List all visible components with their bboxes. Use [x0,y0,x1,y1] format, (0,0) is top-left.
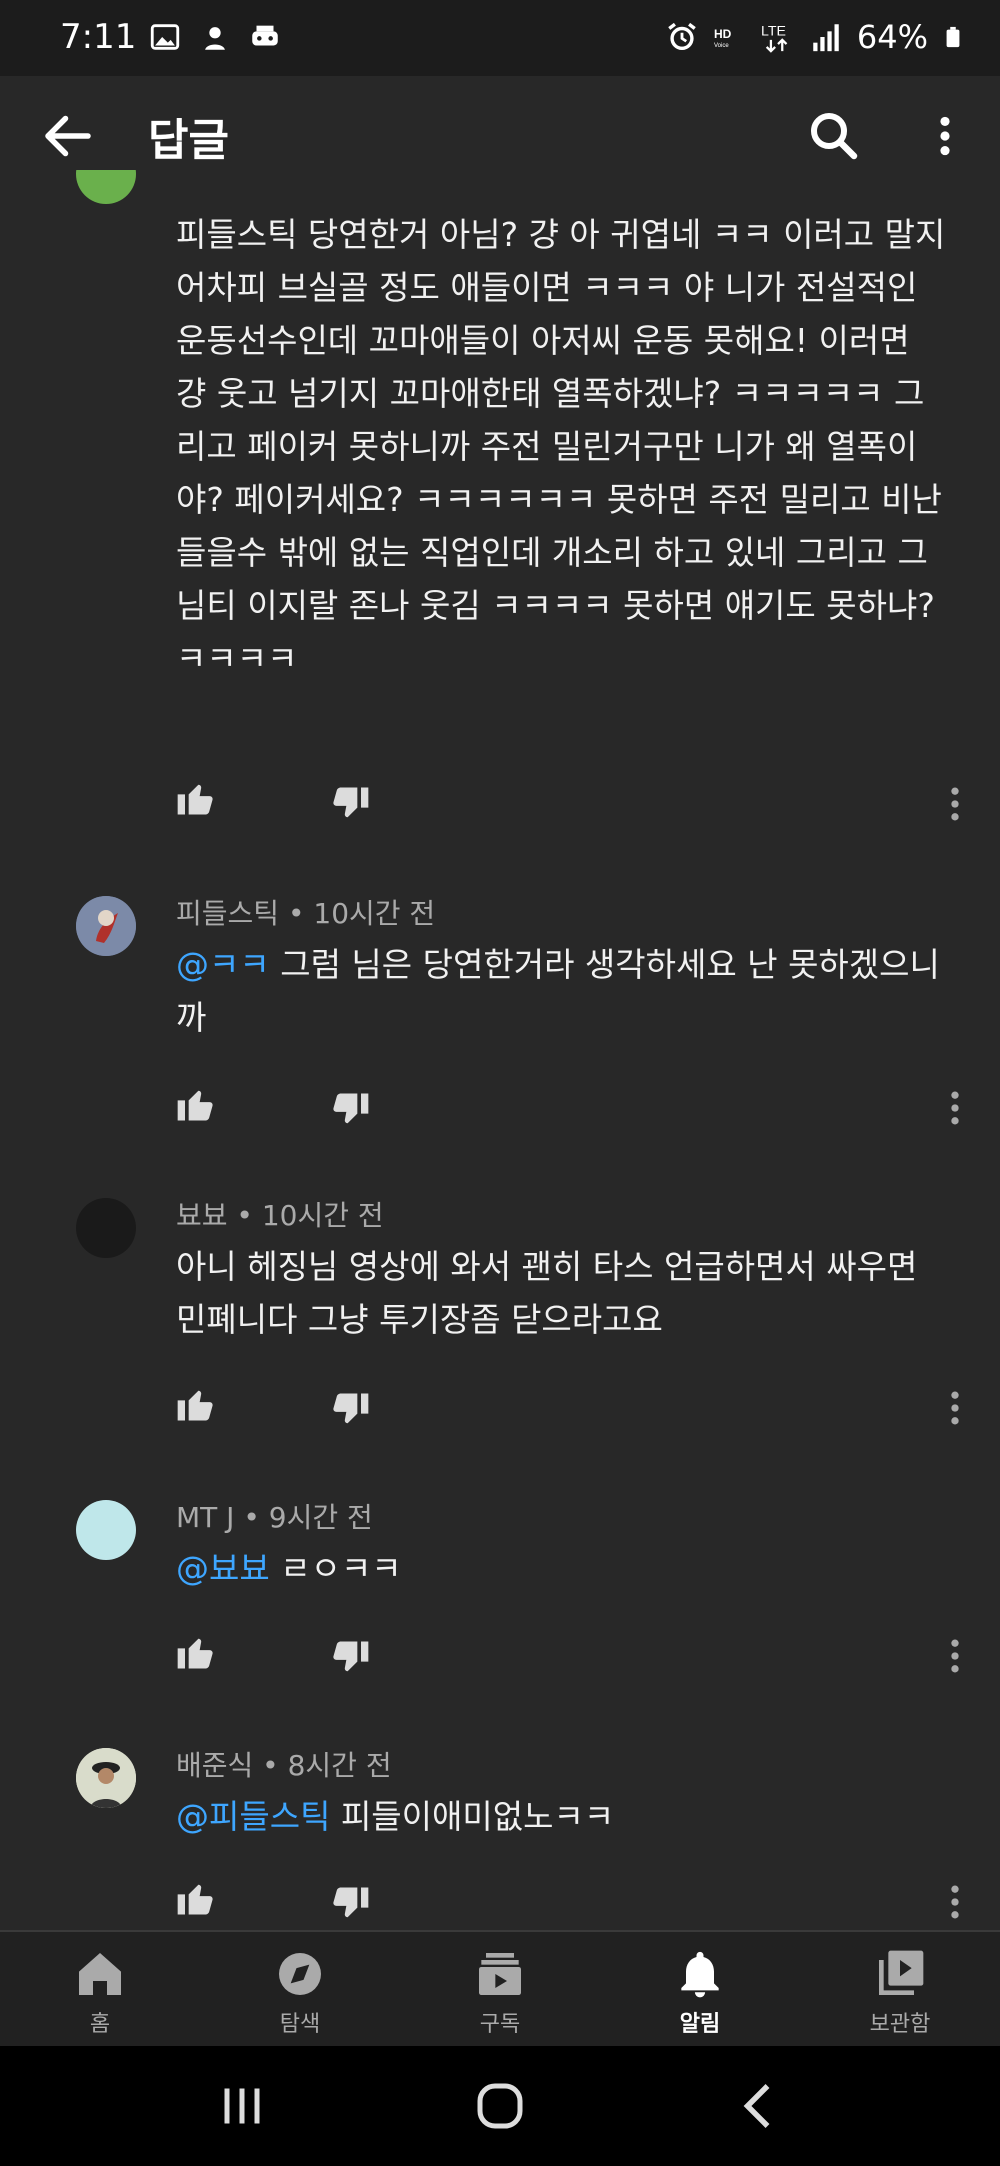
bottom-navigation: 홈 탐색 구독 알림 보관함 [0,1930,1000,2046]
dislike-icon[interactable] [328,1882,372,1926]
subscriptions-icon [479,1953,521,1995]
nav-item-home[interactable]: 홈 [30,1946,170,2038]
nav-item-notifications[interactable]: 알림 [630,1946,770,2038]
comment-body: ㄹㅇㅋㅋ [269,1549,402,1588]
avatar[interactable] [76,896,136,956]
nav-item-explore[interactable]: 탐색 [230,1946,370,2038]
comment-more-icon[interactable] [940,782,970,826]
comment-meta: 뵤뵤 • 10시간 전 [176,1194,384,1234]
comment-text: @피들스틱 피들이애미없노ㅋㅋ [176,1790,946,1843]
comment-time: 9시간 전 [268,1501,373,1534]
nav-item-subscriptions[interactable]: 구독 [430,1946,570,2038]
comment-meta: 피들스틱 • 10시간 전 [176,892,435,932]
nav-label: 홈 [89,2012,111,2037]
mention-link[interactable]: @피들스틱 [176,1797,330,1836]
explore-icon [279,1953,321,1995]
meta-separator: • [279,897,314,930]
comment-text: 피들스틱 당연한거 아님? 걍 아 귀엽네 ㅋㅋ 이러고 말지 어차피 브실골 … [176,215,946,678]
comment-text: @ㅋㅋ 그럼 님은 당연한거라 생각하세요 난 못하겠으니까 [176,938,946,1044]
comment-author[interactable]: 피들스틱 [176,897,279,930]
dislike-icon[interactable] [328,1088,372,1132]
status-time: 7:11 [60,17,137,57]
page-title: 답글 [148,115,229,166]
like-icon[interactable] [174,1876,218,1920]
comment-more-icon[interactable] [940,1880,970,1924]
comment-more-icon[interactable] [940,1086,970,1130]
dislike-icon[interactable] [328,1388,372,1432]
nav-label: 알림 [679,2012,721,2037]
recent-apps-icon[interactable] [212,2076,272,2136]
comment-body: 피들이애미없노ㅋㅋ [330,1797,615,1836]
library-icon [879,1950,924,1995]
hd-voice-icon: HD Voice [714,27,732,49]
nav-label: 탐색 [279,2012,321,2037]
nav-item-library[interactable]: 보관함 [830,1946,970,2038]
mention-link[interactable]: @ㅋㅋ [176,945,270,984]
comment-body: 아니 헤징님 영상에 와서 괜히 타스 언급하면서 싸우면 민폐니다 그냥 투기… [176,1247,918,1339]
like-icon[interactable] [174,1382,218,1426]
nav-label: 보관함 [869,2012,931,2037]
mention-link[interactable]: @뵤뵤 [176,1549,270,1588]
battery-icon [946,26,960,48]
comment-author[interactable]: MT J [176,1501,234,1534]
back-arrow-icon[interactable] [38,106,98,166]
home-button-icon[interactable] [470,2076,530,2136]
comment-text: 아니 헤징님 영상에 와서 괜히 타스 언급하면서 싸우면 민폐니다 그냥 투기… [176,1240,946,1346]
dislike-icon[interactable] [328,1636,372,1680]
replies-list[interactable]: 피들스틱 당연한거 아님? 걍 아 귀엽네 ㅋㅋ 이러고 말지 어차피 브실골 … [0,170,1000,1930]
avatar[interactable] [76,1500,136,1560]
avatar[interactable] [76,1198,136,1258]
signal-icon [813,24,839,52]
like-icon[interactable] [174,1630,218,1674]
comment-time: 10시간 전 [261,1199,384,1232]
battery-percentage: 64% [856,18,928,56]
alarm-icon [668,22,696,51]
meta-separator: • [253,1749,288,1782]
avatar-image [76,1748,136,1808]
avatar[interactable] [76,170,136,204]
comment-author[interactable]: 배준식 [176,1749,253,1782]
app-notification-icon [205,27,225,50]
more-options-icon[interactable] [920,106,970,166]
dislike-icon[interactable] [328,782,372,826]
meta-separator: • [227,1199,262,1232]
notifications-icon [681,1951,719,1998]
svg-text:LTE: LTE [761,24,786,40]
status-system-icons: HD Voice LTE 64% [665,18,964,56]
svg-text:HD: HD [714,27,732,41]
comment-meta: MT J • 9시간 전 [176,1496,373,1536]
avatar-image [76,896,136,956]
lte-icon: LTE [761,24,788,53]
comment-time: 8시간 전 [287,1749,392,1782]
system-navigation-bar [0,2046,1000,2166]
avatar[interactable] [76,1748,136,1808]
search-icon[interactable] [804,106,864,166]
svg-text:Voice: Voice [714,43,729,49]
status-notification-icons [148,20,282,54]
comment-meta: 배준식 • 8시간 전 [176,1744,392,1784]
status-bar: 7:11 HD Voice LTE 64% [0,0,1000,76]
game-icon [252,25,278,46]
comment-time: 10시간 전 [313,897,436,930]
comment-body: 그럼 님은 당연한거라 생각하세요 난 못하겠으니까 [176,945,940,1037]
nav-label: 구독 [479,2012,521,2037]
system-back-icon[interactable] [730,2076,790,2136]
comment-author[interactable]: 뵤뵤 [176,1199,228,1232]
comment-text: @뵤뵤 ㄹㅇㅋㅋ [176,1542,946,1595]
like-icon[interactable] [174,1082,218,1126]
home-icon [79,1953,121,1995]
meta-separator: • [234,1501,269,1534]
comment-more-icon[interactable] [940,1386,970,1430]
comment-more-icon[interactable] [940,1634,970,1678]
gallery-icon [150,24,180,50]
like-icon[interactable] [174,776,218,820]
